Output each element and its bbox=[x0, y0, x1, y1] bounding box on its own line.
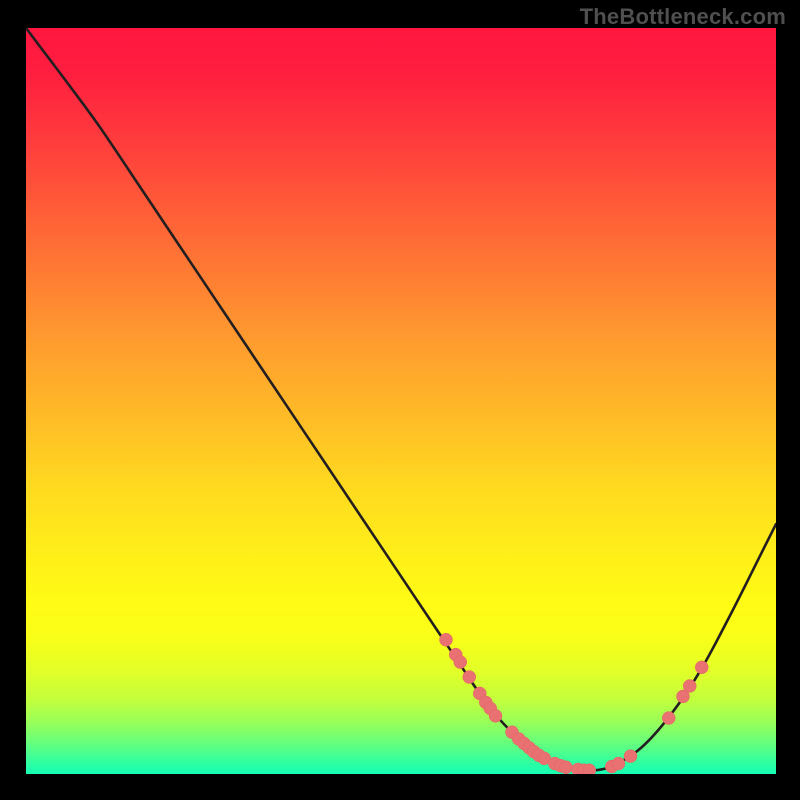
data-point bbox=[662, 712, 675, 725]
data-point bbox=[463, 671, 476, 684]
data-point bbox=[695, 661, 708, 674]
data-point bbox=[612, 757, 625, 770]
data-point bbox=[624, 750, 637, 763]
data-point bbox=[489, 709, 502, 722]
chart-svg bbox=[26, 28, 776, 774]
data-point bbox=[683, 679, 696, 692]
plot-area bbox=[26, 28, 776, 774]
watermark-text: TheBottleneck.com bbox=[580, 4, 786, 30]
chart-frame: TheBottleneck.com bbox=[0, 0, 800, 800]
curve-line bbox=[26, 28, 776, 770]
data-point bbox=[454, 656, 467, 669]
data-point bbox=[440, 633, 453, 646]
data-point bbox=[560, 761, 573, 774]
data-point bbox=[583, 764, 596, 774]
data-points bbox=[440, 633, 709, 774]
